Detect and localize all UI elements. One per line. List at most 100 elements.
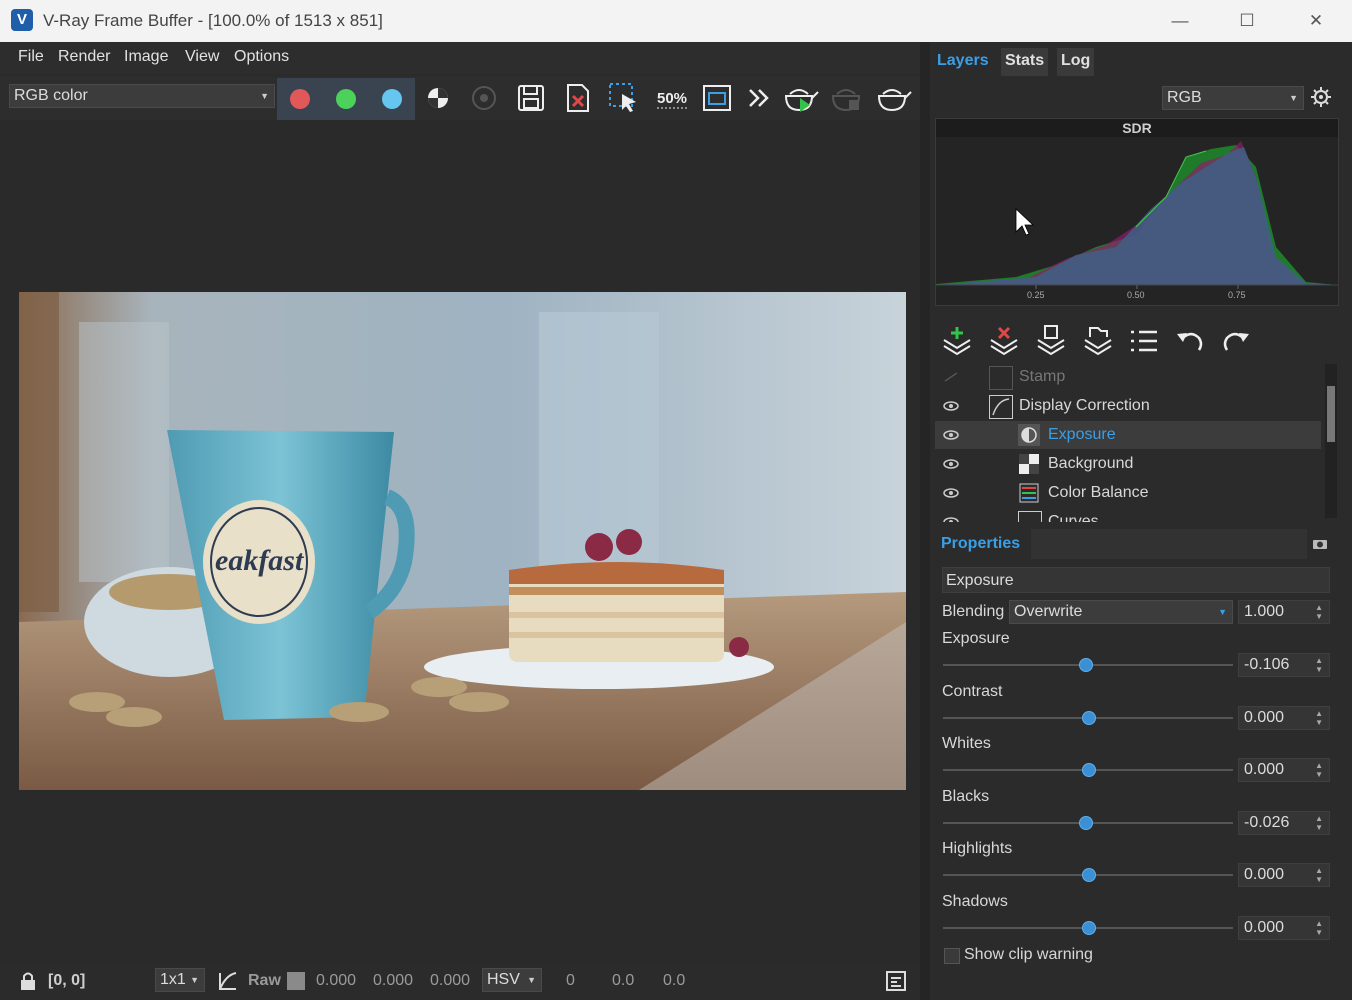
eye-icon[interactable]	[943, 401, 959, 411]
tab-layers[interactable]: Layers	[933, 48, 993, 76]
tab-stats[interactable]: Stats	[1001, 48, 1049, 76]
blending-amount-field[interactable]: 1.000 ▲ ▼	[1238, 600, 1330, 624]
spinner-icon[interactable]: ▲ ▼	[1315, 603, 1323, 621]
chevron-down-icon: ▼	[527, 975, 536, 985]
slider-track[interactable]	[943, 868, 1233, 882]
minimize-button[interactable]: —	[1160, 6, 1200, 36]
channel-select[interactable]: RGB color ▼	[9, 84, 275, 108]
spinner-icon[interactable]: ▲ ▼	[1315, 656, 1323, 674]
layer-row-background[interactable]: Background	[935, 450, 1321, 478]
layer-name-field[interactable]: Exposure	[942, 567, 1330, 593]
gear-icon[interactable]	[1310, 86, 1332, 108]
slider-knob[interactable]	[1082, 921, 1096, 935]
region-render-icon[interactable]	[606, 80, 642, 116]
pixel-coords: [0, 0]	[48, 972, 86, 989]
render-viewport[interactable]: eakfast	[0, 120, 920, 965]
save-layers-icon[interactable]	[1034, 324, 1068, 358]
slider-value-field[interactable]: 0.000 ▲ ▼	[1238, 916, 1330, 940]
track-mouse-icon[interactable]	[466, 80, 502, 116]
slider-value-field[interactable]: 0.000 ▲ ▼	[1238, 758, 1330, 782]
raw-b-value: 0.000	[430, 972, 471, 989]
camera-icon[interactable]	[1311, 535, 1329, 553]
spinner-icon[interactable]: ▲ ▼	[1315, 709, 1323, 727]
layer-list-icon[interactable]	[1127, 324, 1161, 358]
slider-value-field[interactable]: -0.026 ▲ ▼	[1238, 811, 1330, 835]
eye-icon[interactable]	[943, 517, 959, 522]
spinner-icon[interactable]: ▲ ▼	[1315, 761, 1323, 779]
undo-icon[interactable]	[1173, 324, 1207, 358]
background-icon	[1018, 453, 1040, 475]
spinner-icon[interactable]: ▲ ▼	[1315, 814, 1323, 832]
eye-icon[interactable]	[943, 459, 959, 469]
color-mode-select[interactable]: HSV ▼	[482, 968, 542, 992]
layer-row-color-balance[interactable]: Color Balance	[935, 479, 1321, 507]
blue-channel-button[interactable]	[369, 78, 415, 120]
sampling-value: 1x1	[160, 971, 186, 988]
eye-icon[interactable]	[943, 488, 959, 498]
panel-toggle-icon[interactable]	[885, 970, 907, 992]
slider-label: Highlights	[942, 840, 1013, 857]
slider-track[interactable]	[943, 658, 1233, 672]
slider-value-field[interactable]: 0.000 ▲ ▼	[1238, 706, 1330, 730]
lock-icon[interactable]	[16, 969, 40, 993]
add-layer-icon[interactable]	[940, 324, 974, 358]
spinner-icon[interactable]: ▲ ▼	[1315, 866, 1323, 884]
spinner-icon[interactable]: ▲ ▼	[1315, 919, 1323, 937]
clip-warning-checkbox[interactable]	[944, 948, 960, 964]
slider-label: Exposure	[942, 630, 1010, 647]
more-icon[interactable]	[742, 80, 778, 116]
slider-knob[interactable]	[1082, 763, 1096, 777]
curve-tool-icon[interactable]	[216, 969, 240, 993]
slider-track[interactable]	[943, 711, 1233, 725]
close-button[interactable]: ✕	[1296, 6, 1336, 36]
contrast-icon[interactable]	[420, 80, 456, 116]
redo-icon[interactable]	[1219, 324, 1253, 358]
render-interactive-icon[interactable]	[780, 80, 819, 116]
zoom-50-icon[interactable]: 50%	[653, 80, 689, 116]
clear-image-icon[interactable]	[560, 80, 596, 116]
fit-window-icon[interactable]	[699, 80, 735, 116]
red-channel-button[interactable]	[277, 78, 323, 120]
scroll-thumb[interactable]	[1327, 386, 1335, 442]
layer-scrollbar[interactable]	[1325, 364, 1337, 518]
slider-value-field[interactable]: -0.106 ▲ ▼	[1238, 653, 1330, 677]
layer-name: Background	[1048, 455, 1134, 472]
histogram-header: SDR	[936, 119, 1338, 137]
maximize-button[interactable]: ☐	[1227, 6, 1267, 36]
green-channel-button[interactable]	[323, 78, 369, 120]
menu-view[interactable]: View	[185, 48, 219, 66]
slider-knob[interactable]	[1082, 711, 1096, 725]
blending-mode-select[interactable]: Overwrite ▼	[1009, 600, 1233, 624]
eye-icon[interactable]	[943, 430, 959, 440]
slider-track[interactable]	[943, 816, 1233, 830]
display-channel-select[interactable]: RGB ▼	[1162, 86, 1304, 110]
slider-track[interactable]	[943, 921, 1233, 935]
menu-options[interactable]: Options	[234, 48, 289, 66]
delete-layer-icon[interactable]	[987, 324, 1021, 358]
render-icon[interactable]	[873, 80, 912, 116]
chevron-down-icon: ▼	[190, 975, 199, 985]
layer-row-display-correction[interactable]: Display Correction	[935, 392, 1321, 420]
visibility-off-icon[interactable]	[943, 372, 959, 382]
rendered-image: eakfast	[19, 292, 906, 790]
svg-text:eakfast: eakfast	[215, 544, 305, 577]
load-layers-icon[interactable]	[1081, 324, 1115, 358]
slider-knob[interactable]	[1079, 816, 1093, 830]
sampling-select[interactable]: 1x1 ▼	[155, 968, 205, 992]
menu-image[interactable]: Image	[124, 48, 168, 66]
slider-value-field[interactable]: 0.000 ▲ ▼	[1238, 863, 1330, 887]
histogram[interactable]: SDR 0.25 0.50 0.75	[935, 118, 1339, 306]
panel-splitter[interactable]	[920, 42, 930, 1000]
tab-log[interactable]: Log	[1057, 48, 1095, 76]
layer-row-stamp[interactable]: Stamp	[935, 363, 1321, 391]
save-icon[interactable]	[513, 80, 549, 116]
layer-row-exposure[interactable]: Exposure	[935, 421, 1321, 449]
menu-render[interactable]: Render	[58, 48, 110, 66]
slider-track[interactable]	[943, 763, 1233, 777]
slider-knob[interactable]	[1079, 658, 1093, 672]
menu-file[interactable]: File	[18, 48, 44, 66]
stop-render-icon[interactable]	[827, 80, 863, 116]
menu-bar: File Render Image View Options	[0, 42, 922, 74]
layer-row-curves[interactable]: Curves	[935, 508, 1321, 522]
slider-knob[interactable]	[1082, 868, 1096, 882]
